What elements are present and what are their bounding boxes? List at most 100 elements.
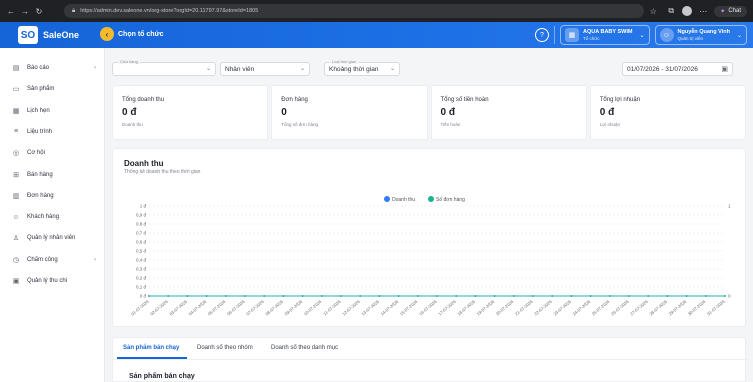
sidebar-item[interactable]: ≡ Liệu trình bbox=[12, 126, 100, 138]
lock-icon: 🔒︎ bbox=[72, 7, 76, 14]
browser-toolbar: ← → ↻ 🔒︎ https://admin.dev.saleone.vn/or… bbox=[0, 0, 753, 22]
wallet-icon: ▣ bbox=[12, 278, 20, 285]
staff-filter-value: Nhân viên bbox=[225, 65, 255, 73]
sidebar-item[interactable]: ▤ Báo cáo › bbox=[12, 62, 100, 74]
data-point bbox=[148, 295, 150, 297]
y-tick-label: 0,2 đ bbox=[136, 276, 147, 281]
data-point bbox=[340, 295, 342, 297]
sidebar-item[interactable]: ▦ Lịch hẹn bbox=[12, 105, 100, 117]
revenue-chart: Doanh thu Số đơn hàng 0 đ 0,1 đ 0,2 đ 0,3 đ 0,… bbox=[130, 196, 731, 317]
monitor-icon: ▭ bbox=[12, 86, 20, 94]
header-divider bbox=[553, 26, 555, 44]
y2-tick-label: 1 bbox=[728, 204, 731, 209]
reload-icon[interactable]: ↻ bbox=[32, 4, 46, 18]
legend-marker bbox=[428, 196, 434, 202]
card-title: Đơn hàng bbox=[281, 97, 308, 103]
x-tick-label: 25-07-2026 bbox=[591, 299, 611, 317]
data-point bbox=[532, 295, 534, 297]
sidebar-item[interactable]: ◷ Chấm công › bbox=[12, 254, 100, 266]
chat-button[interactable]: ✦ Chat bbox=[714, 5, 747, 17]
legend-marker bbox=[384, 196, 390, 202]
sidebar-item[interactable]: ◎ Cơ hội bbox=[12, 147, 100, 159]
data-point bbox=[551, 295, 554, 297]
data-point bbox=[704, 295, 707, 297]
x-tick-label: 21-07-2026 bbox=[514, 299, 534, 317]
sidebar-item[interactable]: ♙ Quản lý nhân viên bbox=[12, 232, 100, 244]
product-tabs: Sản phẩm bán chạy Doanh số theo nhóm Doa… bbox=[112, 337, 747, 382]
back-icon[interactable]: ← bbox=[4, 4, 18, 18]
data-point bbox=[493, 295, 496, 297]
sidebar-item[interactable]: ▣ Quản lý thu chi bbox=[12, 275, 100, 287]
user-menu[interactable]: ☺ Nguyễn Quang Vinh Quản trị viên ⌄ bbox=[654, 25, 747, 45]
data-point bbox=[685, 295, 688, 297]
calendar-icon: ▦ bbox=[12, 107, 20, 115]
store-switcher[interactable]: ▦ AQUA BABY SWIM Tổ chức ⌄ bbox=[559, 25, 650, 45]
x-tick-label: 02-07-2026 bbox=[149, 299, 169, 317]
target-icon: ◎ bbox=[12, 150, 20, 158]
address-bar[interactable]: 🔒︎ https://admin.dev.saleone.vn/org-stor… bbox=[64, 4, 644, 18]
user-role: Quản trị viên bbox=[677, 35, 704, 41]
forward-icon[interactable]: → bbox=[18, 4, 32, 18]
time-type-filter[interactable]: Loại thời gian Khoảng thời gian ⌄ bbox=[324, 59, 400, 76]
chevron-right-icon: › bbox=[94, 65, 96, 71]
x-tick-label: 19-07-2026 bbox=[476, 299, 496, 317]
sidebar-item[interactable]: ▥ Đơn hàng bbox=[12, 190, 100, 202]
url-text: https://admin.dev.saleone.vn/org-store?o… bbox=[80, 8, 259, 14]
date-range-picker[interactable]: 01/07/2026 - 31/07/2026 ▣ bbox=[622, 62, 733, 76]
x-tick-label: 13-07-2026 bbox=[360, 299, 380, 317]
app-name: SaleOne bbox=[43, 30, 80, 40]
store-filter[interactable]: Cửa hàng ⌄ bbox=[112, 59, 216, 76]
data-point bbox=[436, 295, 438, 297]
org-selector[interactable]: ‹ Chọn tổ chức bbox=[100, 27, 164, 41]
summary-card: Đơn hàng 0 Tổng số đơn hàng bbox=[271, 85, 428, 140]
org-selector-label: Chọn tổ chức bbox=[118, 30, 164, 38]
staff-filter[interactable]: Nhân viên ⌄ bbox=[220, 62, 310, 76]
store-role: Tổ chức bbox=[582, 35, 600, 41]
x-tick-label: 01-07-2026 bbox=[130, 299, 150, 317]
card-subtitle: Doanh thu bbox=[122, 122, 143, 127]
y-tick-label: 0,3 đ bbox=[136, 267, 147, 272]
sidebar-item-label: Liệu trình bbox=[27, 128, 53, 135]
data-point bbox=[205, 295, 208, 297]
x-tick-label: 18-07-2026 bbox=[456, 299, 476, 317]
profile-avatar[interactable] bbox=[682, 6, 693, 16]
card-subtitle: Tiền hoàn bbox=[440, 122, 461, 127]
y2-tick-label: 0 bbox=[728, 294, 731, 299]
x-tick-label: 05-07-2026 bbox=[207, 299, 227, 317]
x-tick-label: 07-07-2026 bbox=[245, 299, 265, 317]
sidebar: ▤ Báo cáo › ▭ Sản phẩm ▦ Lịch hẹn ≡ Liệu trình ◎ C… bbox=[0, 48, 105, 382]
chevron-down-icon: ⌄ bbox=[736, 32, 742, 39]
card-value: 0 bbox=[281, 107, 287, 118]
sidebar-item[interactable]: ⊞ Bán hàng bbox=[12, 169, 100, 181]
summary-card: Tổng doanh thu 0 đ Doanh thu bbox=[112, 85, 269, 140]
legend-label: Số đơn hàng bbox=[436, 197, 465, 203]
menu-icon[interactable]: ⋯ bbox=[696, 4, 710, 18]
tab-best-sellers[interactable]: Sản phẩm bán chạy bbox=[123, 345, 179, 351]
data-point bbox=[397, 295, 400, 297]
sidebar-item[interactable]: ▭ Sản phẩm bbox=[12, 83, 100, 95]
time-type-value: Khoảng thời gian bbox=[329, 65, 379, 73]
data-point bbox=[589, 295, 592, 297]
sidebar-item-label: Quản lý nhân viên bbox=[27, 235, 76, 242]
x-tick-label: 28-07-2026 bbox=[648, 299, 668, 317]
tab-sales-by-category[interactable]: Doanh số theo danh mục bbox=[271, 345, 338, 351]
data-point bbox=[666, 295, 669, 297]
app-logo[interactable]: SO SaleOne bbox=[18, 26, 79, 44]
star-icon[interactable]: ☆ bbox=[646, 4, 660, 18]
x-tick-label: 30-07-2026 bbox=[687, 299, 707, 317]
y-tick-label: 0,1 đ bbox=[136, 285, 147, 290]
extensions-icon[interactable]: ⧉ bbox=[664, 4, 678, 18]
tab-sales-by-group[interactable]: Doanh số theo nhóm bbox=[197, 345, 253, 351]
x-tick-label: 17-07-2026 bbox=[437, 299, 457, 317]
card-title: Tổng lợi nhuận bbox=[599, 97, 641, 103]
revenue-chart-panel: Doanh thu Thống kê doanh thu theo thời g… bbox=[112, 148, 746, 327]
help-icon[interactable]: ? bbox=[534, 28, 549, 42]
data-point bbox=[647, 295, 650, 297]
sidebar-item-label: Đơn hàng bbox=[27, 192, 54, 199]
sidebar-item-label: Bán hàng bbox=[27, 171, 53, 178]
data-point bbox=[724, 295, 726, 297]
section-title: Sản phẩm bán chạy bbox=[129, 373, 195, 380]
data-point bbox=[320, 295, 323, 297]
sidebar-item[interactable]: ☺ Khách hàng bbox=[12, 211, 100, 223]
chevron-down-icon: ⌄ bbox=[639, 32, 645, 39]
